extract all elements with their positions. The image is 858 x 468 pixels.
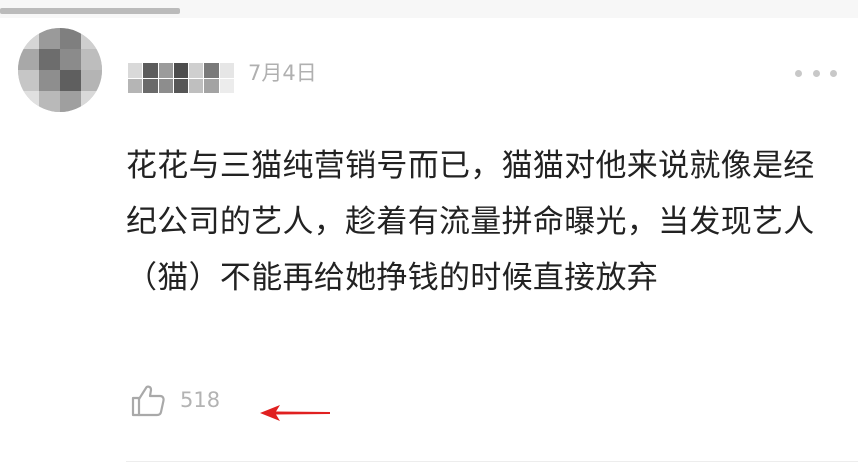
comment-text: 花花与三猫纯营销号而已，猫猫对他来说就像是经纪公司的艺人，趁着有流量拼命曝光，当… — [126, 148, 815, 296]
comment-divider — [126, 461, 858, 462]
more-dot — [795, 69, 802, 77]
more-dot — [812, 69, 820, 77]
username-pixelated[interactable] — [128, 63, 234, 93]
more-dots-icon[interactable] — [795, 69, 837, 77]
more-dot — [830, 69, 837, 77]
like-count: 518 — [180, 388, 221, 412]
comment-actions: 518 — [128, 378, 220, 422]
comment-item: 7月4日 花花与三猫纯营销号而已，猫猫对他来说就像是经纪公司的艺人，趁着有流量拼… — [0, 18, 858, 468]
thumbs-up-icon[interactable] — [128, 380, 168, 420]
comment-date: 7月4日 — [248, 61, 317, 85]
avatar[interactable] — [18, 28, 102, 112]
previous-item-edge — [0, 8, 180, 14]
red-arrow-left-icon — [260, 405, 330, 421]
top-strip — [0, 0, 858, 18]
